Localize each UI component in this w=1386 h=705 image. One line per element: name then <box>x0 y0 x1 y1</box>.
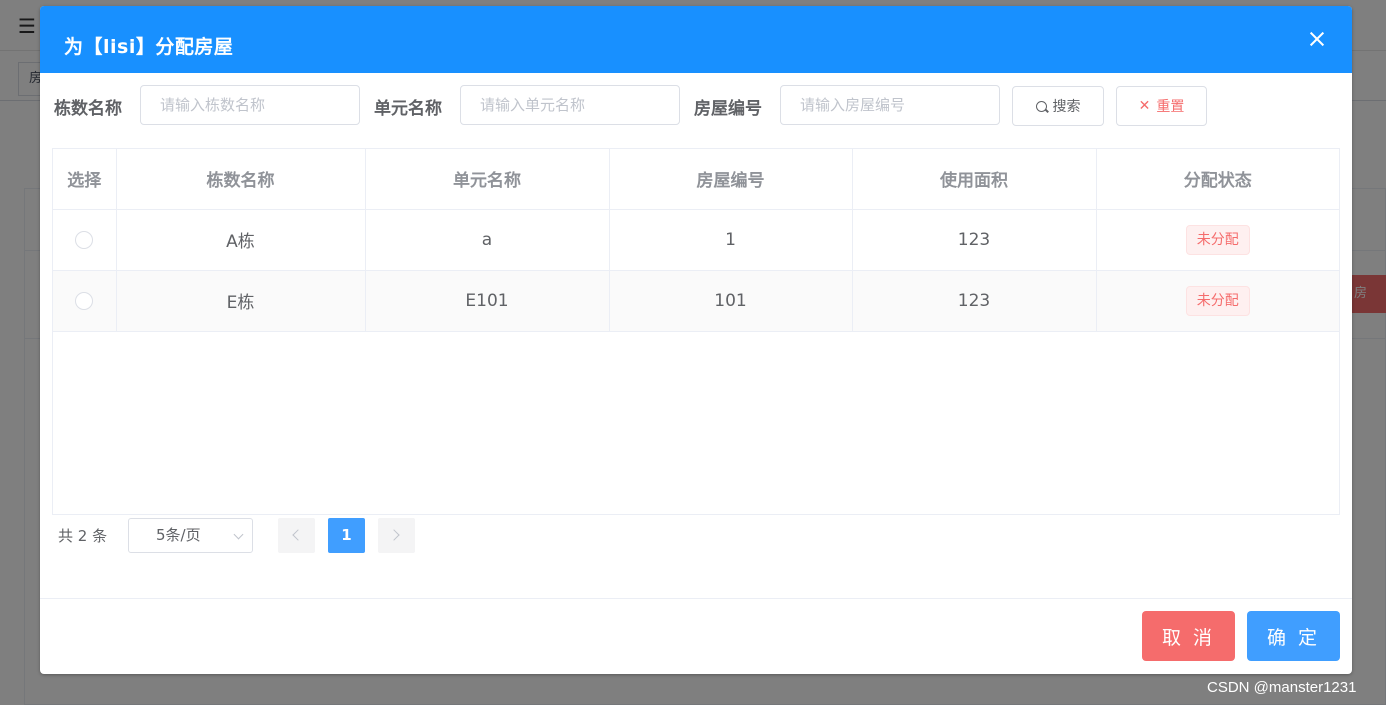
building-name-input[interactable] <box>140 85 360 125</box>
row-radio[interactable] <box>75 230 94 249</box>
dialog-header: 为【lisi】分配房屋 <box>40 6 1352 73</box>
watermark: CSDN @manster1231 <box>1207 679 1357 696</box>
pagination-total: 共 2 条 <box>58 527 108 545</box>
confirm-button[interactable]: 确 定 <box>1247 611 1340 661</box>
dialog-title: 为【lisi】分配房屋 <box>64 36 234 58</box>
unit-name-label: 单元名称 <box>374 99 442 119</box>
unit-cell: a <box>365 209 610 271</box>
status-badge: 未分配 <box>1185 224 1250 255</box>
close-icon[interactable] <box>1308 30 1326 48</box>
building-cell: A栋 <box>116 209 366 271</box>
status-badge: 未分配 <box>1185 285 1250 316</box>
search-button-label: 搜索 <box>1052 99 1081 115</box>
table-header-row: 选择 栋数名称 单元名称 房屋编号 使用面积 分配状态 <box>53 149 1339 210</box>
select-cell <box>53 209 117 271</box>
row-radio[interactable] <box>75 291 94 310</box>
search-icon <box>1035 100 1047 112</box>
area-cell: 123 <box>852 270 1097 332</box>
page-size-value: 5条/页 <box>156 526 201 544</box>
cancel-button[interactable]: 取 消 <box>1142 611 1235 661</box>
column-header-building: 栋数名称 <box>116 149 366 210</box>
house-table-grid: 选择 栋数名称 单元名称 房屋编号 使用面积 分配状态 A栋 a 1 123 未… <box>53 149 1339 332</box>
house-number-cell: 1 <box>609 209 853 271</box>
next-page-button[interactable] <box>378 518 415 553</box>
status-cell: 未分配 <box>1096 270 1339 332</box>
page-number-current[interactable]: 1 <box>328 518 365 553</box>
area-cell: 123 <box>852 209 1097 271</box>
column-header-house-number: 房屋编号 <box>609 149 853 210</box>
chevron-right-icon <box>388 529 400 541</box>
search-button[interactable]: 搜索 <box>1012 86 1104 126</box>
column-header-status: 分配状态 <box>1096 149 1339 210</box>
column-header-select: 选择 <box>53 149 117 210</box>
select-cell <box>53 270 117 332</box>
chevron-down-icon <box>233 529 244 540</box>
status-cell: 未分配 <box>1096 209 1339 271</box>
chevron-left-icon <box>292 529 304 541</box>
reset-button-label: 重置 <box>1156 99 1185 115</box>
unit-cell: E101 <box>365 270 610 332</box>
house-number-label: 房屋编号 <box>694 99 762 119</box>
house-number-cell: 101 <box>609 270 853 332</box>
house-number-input[interactable] <box>780 85 1000 125</box>
building-cell: E栋 <box>116 270 366 332</box>
close-icon: ✕ <box>1138 98 1151 114</box>
column-header-area: 使用面积 <box>852 149 1097 210</box>
house-table: 选择 栋数名称 单元名称 房屋编号 使用面积 分配状态 A栋 a 1 123 未… <box>52 148 1340 515</box>
table-row[interactable]: E栋 E101 101 123 未分配 <box>53 270 1339 332</box>
assign-house-dialog: 为【lisi】分配房屋 栋数名称 单元名称 房屋编号 搜索 ✕ 重置 选择 栋数… <box>40 6 1352 674</box>
footer-divider <box>40 598 1352 599</box>
page-size-select[interactable]: 5条/页 <box>128 518 253 553</box>
reset-button[interactable]: ✕ 重置 <box>1116 86 1207 126</box>
column-header-unit: 单元名称 <box>365 149 610 210</box>
unit-name-input[interactable] <box>460 85 680 125</box>
table-row[interactable]: A栋 a 1 123 未分配 <box>53 209 1339 271</box>
building-name-label: 栋数名称 <box>54 99 122 119</box>
prev-page-button[interactable] <box>278 518 315 553</box>
